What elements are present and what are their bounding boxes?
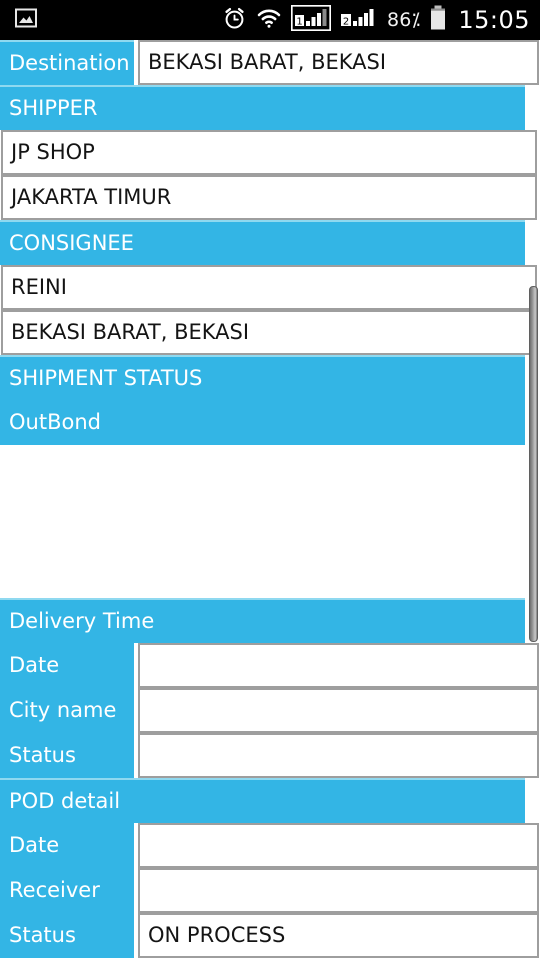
delivery-city-row[interactable]: City name bbox=[0, 688, 540, 733]
alarm-clock-icon bbox=[222, 6, 247, 35]
image-icon bbox=[14, 6, 38, 34]
delivery-date-row[interactable]: Date bbox=[0, 643, 540, 688]
status-bar-notifications bbox=[14, 6, 38, 34]
destination-label: Destination bbox=[0, 40, 134, 85]
sim1-signal-icon: 1 bbox=[290, 4, 332, 35]
wifi-icon bbox=[256, 7, 282, 33]
pod-status-label: Status bbox=[0, 913, 134, 958]
delivery-city-value[interactable] bbox=[138, 688, 539, 733]
status-bar-indicators: 1 2 86⁒ 15:05 bbox=[222, 4, 530, 35]
consignee-section-header: CONSIGNEE bbox=[0, 220, 525, 265]
pod-date-label: Date bbox=[0, 823, 134, 868]
consignee-name-field[interactable]: REINI bbox=[1, 265, 537, 310]
shipment-status-value[interactable]: OutBond bbox=[0, 400, 525, 445]
destination-row[interactable]: Destination BEKASI BARAT, BEKASI bbox=[0, 40, 540, 85]
delivery-status-row[interactable]: Status bbox=[0, 733, 540, 778]
pod-receiver-label: Receiver bbox=[0, 868, 134, 913]
shipper-name-field[interactable]: JP SHOP bbox=[1, 130, 537, 175]
scrollbar-thumb[interactable] bbox=[529, 286, 538, 642]
delivery-time-section-header: Delivery Time bbox=[0, 598, 525, 643]
pod-receiver-value[interactable] bbox=[138, 868, 539, 913]
delivery-date-label: Date bbox=[0, 643, 134, 688]
pod-date-row[interactable]: Date bbox=[0, 823, 540, 868]
delivery-city-label: City name bbox=[0, 688, 134, 733]
delivery-status-label: Status bbox=[0, 733, 134, 778]
destination-value[interactable]: BEKASI BARAT, BEKASI bbox=[138, 40, 539, 85]
pod-detail-section-header: POD detail bbox=[0, 778, 525, 823]
delivery-status-value[interactable] bbox=[138, 733, 539, 778]
sim2-signal-icon: 2 bbox=[340, 5, 378, 35]
status-bar-clock: 15:05 bbox=[458, 6, 530, 34]
svg-text:2: 2 bbox=[343, 17, 349, 28]
battery-percent-label: 86⁒ bbox=[387, 8, 421, 31]
pod-receiver-row[interactable]: Receiver bbox=[0, 868, 540, 913]
vertical-scrollbar[interactable] bbox=[528, 40, 540, 960]
shipper-city-field[interactable]: JAKARTA TIMUR bbox=[1, 175, 537, 220]
delivery-date-value[interactable] bbox=[138, 643, 539, 688]
shipment-detail-scroll-area[interactable]: Destination BEKASI BARAT, BEKASI SHIPPER… bbox=[0, 40, 540, 960]
pod-status-row[interactable]: Status ON PROCESS bbox=[0, 913, 540, 958]
content-spacer bbox=[0, 445, 540, 598]
pod-date-value[interactable] bbox=[138, 823, 539, 868]
status-bar: 1 2 86⁒ 15:05 bbox=[0, 0, 540, 40]
shipper-section-header: SHIPPER bbox=[0, 85, 525, 130]
pod-status-value[interactable]: ON PROCESS bbox=[138, 913, 539, 958]
svg-text:1: 1 bbox=[296, 17, 302, 28]
shipment-status-section-header: SHIPMENT STATUS bbox=[0, 355, 525, 400]
consignee-city-field[interactable]: BEKASI BARAT, BEKASI bbox=[1, 310, 537, 355]
battery-icon bbox=[429, 5, 447, 35]
